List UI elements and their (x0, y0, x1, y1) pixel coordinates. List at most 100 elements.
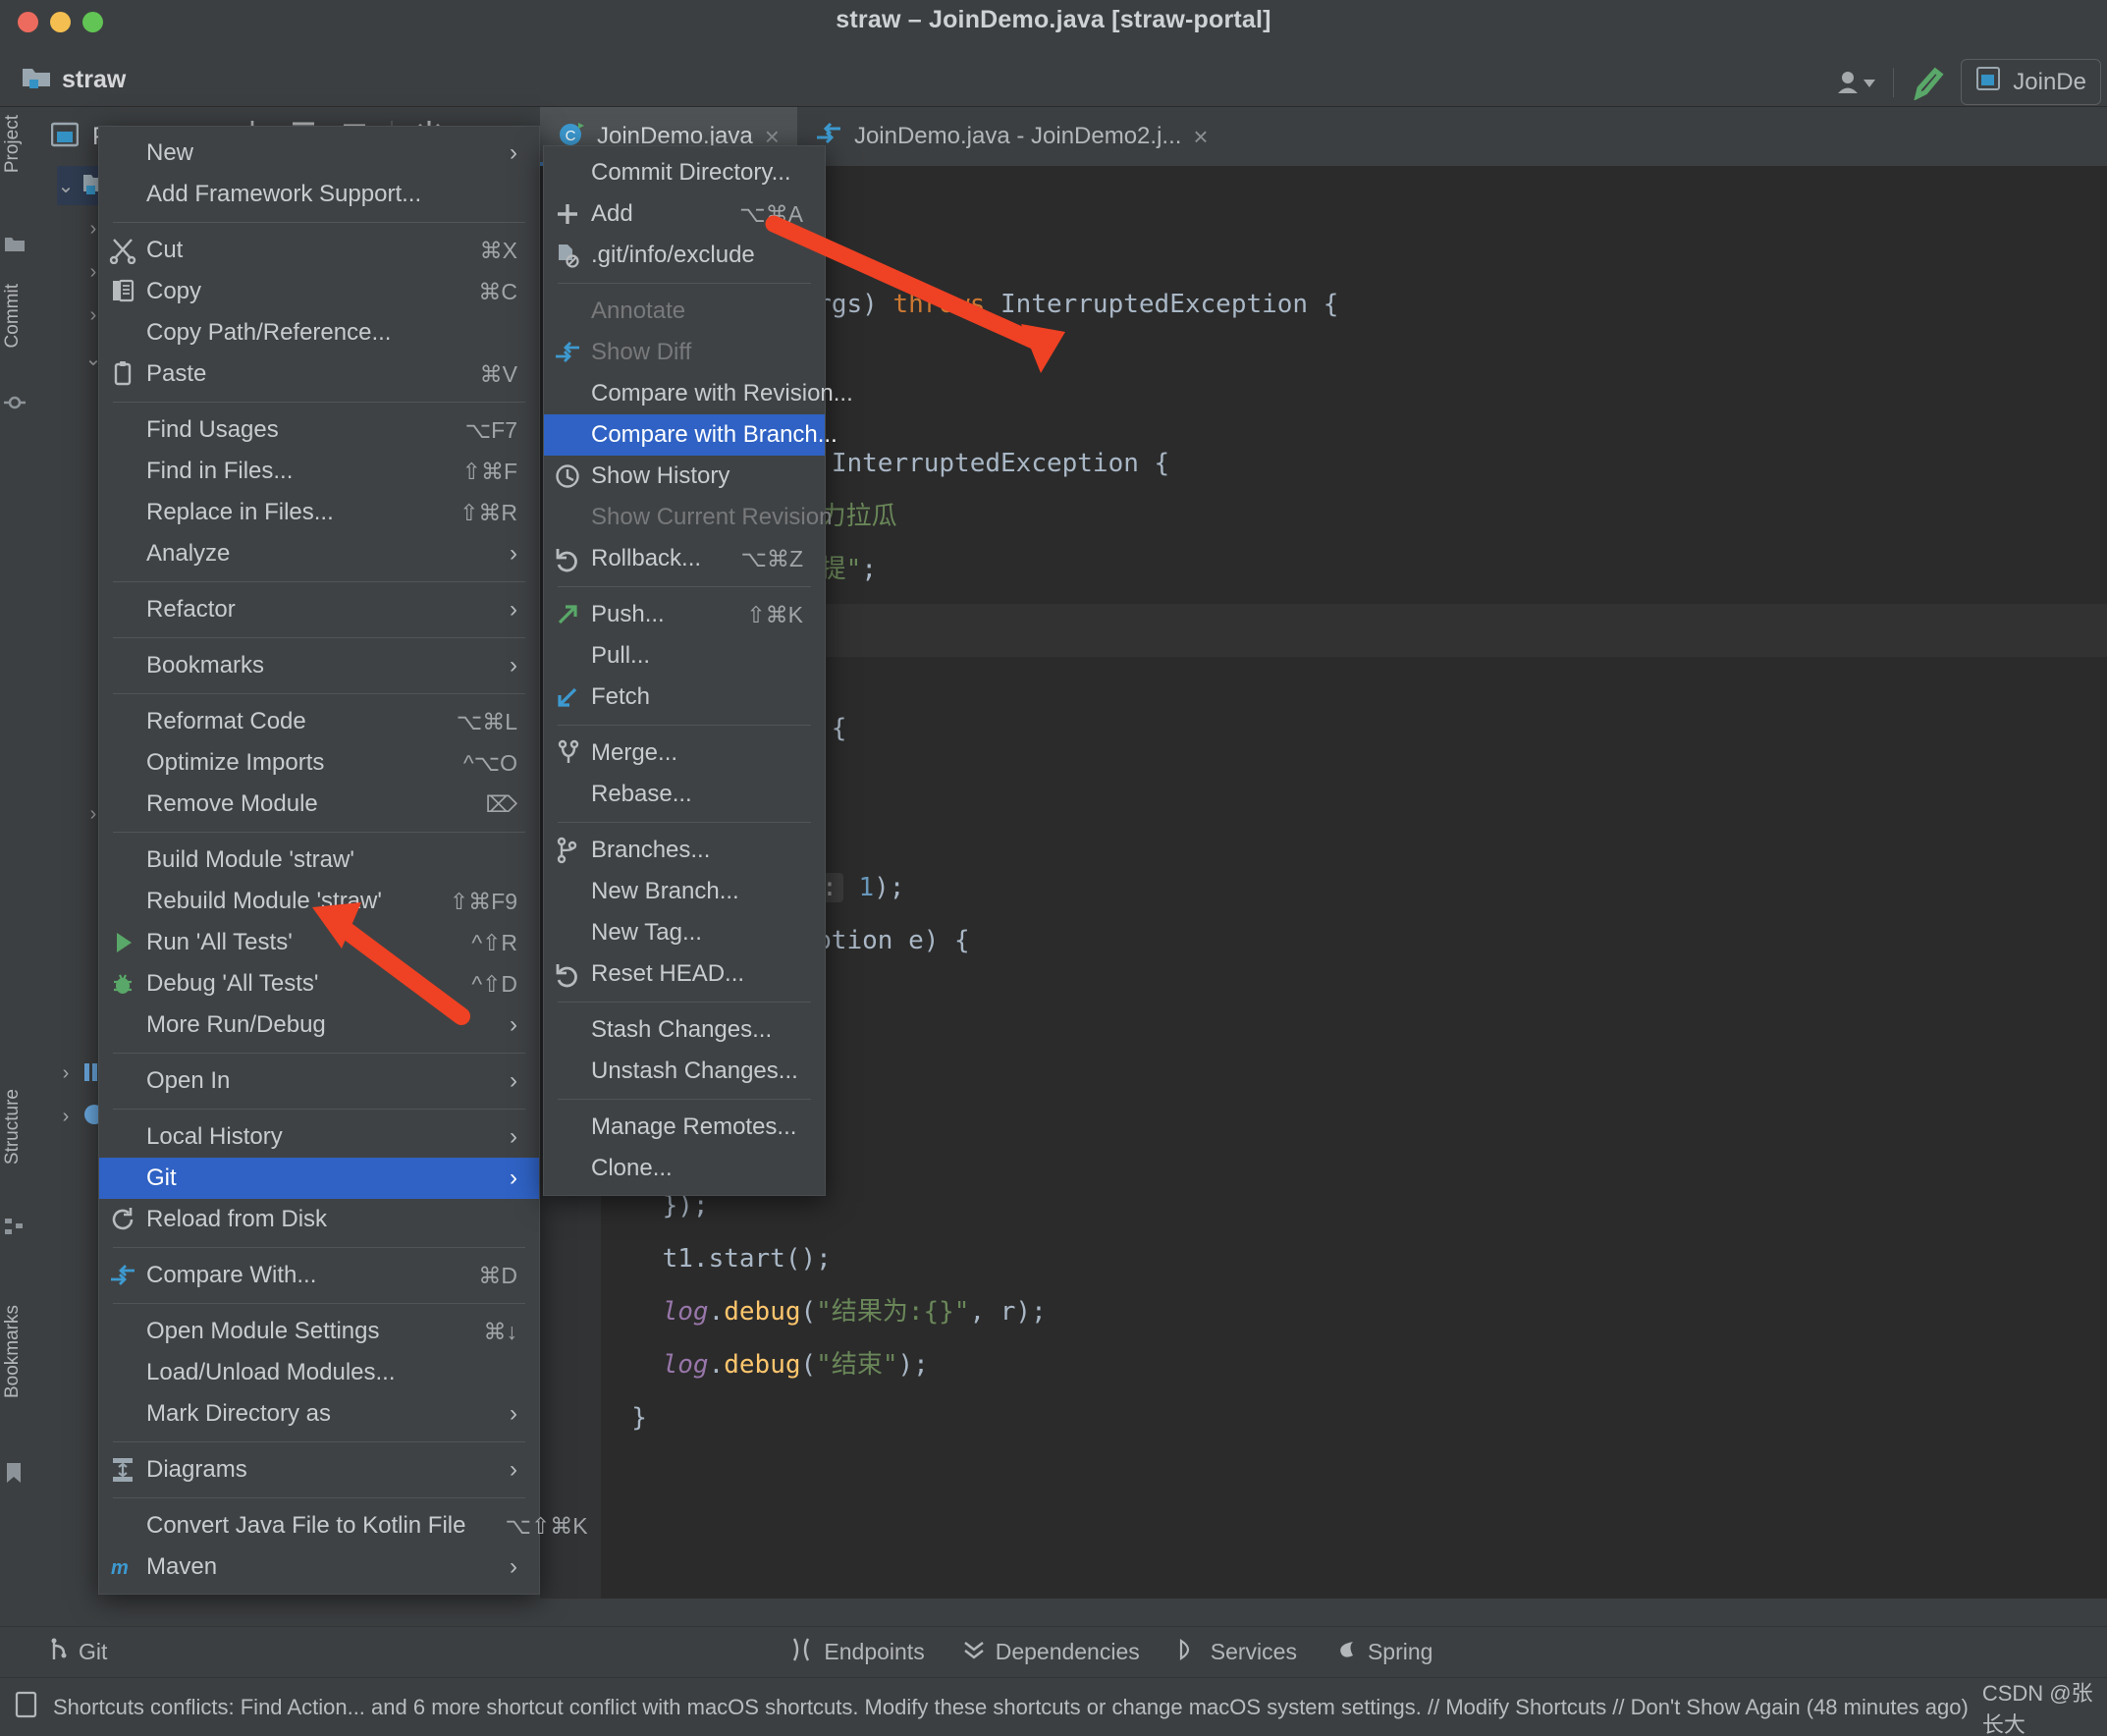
menu-item-reset-head[interactable]: Reset HEAD... (544, 953, 825, 995)
menu-item-new-branch[interactable]: New Branch... (544, 871, 825, 912)
bottom-item-endpoints[interactable]: Endpoints (790, 1637, 925, 1668)
menu-item-find-in-files[interactable]: Find in Files... ⇧⌘F (99, 451, 539, 492)
menu-item-bookmarks[interactable]: Bookmarks › (99, 645, 539, 686)
menu-item-copy-path-reference[interactable]: Copy Path/Reference... (99, 312, 539, 353)
menu-item-clone[interactable]: Clone... (544, 1148, 825, 1189)
menu-item-analyze[interactable]: Analyze › (99, 533, 539, 574)
menu-item-branches[interactable]: Branches... (544, 830, 825, 871)
menu-item-open-module-settings[interactable]: Open Module Settings ⌘↓ (99, 1311, 539, 1352)
editor-tab-joindemo-diff[interactable]: JoinDemo.java - JoinDemo2.j... × (797, 107, 1226, 166)
menu-item-paste[interactable]: Paste ⌘V (99, 353, 539, 395)
menu-item-show-diff: Show Diff (544, 332, 825, 373)
menu-item-label: New Branch... (591, 878, 739, 904)
menu-item-git[interactable]: Git › (99, 1158, 539, 1199)
menu-item-convert-java-file-to-kotlin-file[interactable]: Convert Java File to Kotlin File ⌥⇧⌘K (99, 1505, 588, 1546)
menu-item-rollback[interactable]: Rollback... ⌥⌘Z (544, 538, 825, 579)
sidebar-item-bookmarks[interactable]: Bookmarks (2, 1305, 24, 1398)
menu-item-git-info-exclude[interactable]: .git/info/exclude (544, 235, 825, 276)
close-icon[interactable]: × (1193, 122, 1208, 152)
project-window-icon (4, 235, 26, 259)
sidebar-item-structure[interactable]: Structure (2, 1089, 24, 1165)
menu-item-pull[interactable]: Pull... (544, 635, 825, 677)
menu-item-more-run-debug[interactable]: More Run/Debug › (99, 1004, 539, 1046)
menu-item-compare-with[interactable]: Compare With... ⌘D (99, 1255, 539, 1296)
menu-item-label: Refactor (146, 596, 236, 623)
menu-item-maven[interactable]: m Maven › (99, 1546, 539, 1588)
project-folder-icon (22, 65, 51, 95)
user-icon[interactable] (1834, 68, 1877, 97)
event-log-icon[interactable] (14, 1690, 39, 1724)
menu-item-label: Reset HEAD... (591, 960, 745, 987)
menu-item-new[interactable]: New › (99, 133, 539, 174)
bottom-item-git[interactable]: Git (49, 1638, 107, 1667)
bottom-item-spring[interactable]: Spring (1334, 1637, 1432, 1668)
rollback-icon (544, 545, 591, 572)
project-chip[interactable]: straw (22, 65, 126, 95)
menu-item-add[interactable]: Add ⌥⌘A (544, 193, 825, 235)
menu-item-commit-directory[interactable]: Commit Directory... (544, 152, 825, 193)
menu-item-label: Show Current Revision (591, 504, 833, 530)
fetch-icon (544, 683, 591, 711)
git-submenu[interactable]: Commit Directory... Add ⌥⌘A .git/info/exclu… (543, 145, 853, 1196)
menu-item-diagrams[interactable]: Diagrams › (99, 1449, 539, 1491)
menu-item-shortcut: ⇧⌘R (459, 499, 517, 525)
menu-item-label: More Run/Debug (146, 1011, 326, 1038)
menu-item-label: Analyze (146, 540, 231, 567)
menu-item-push[interactable]: Push... ⇧⌘K (544, 594, 825, 635)
menu-item-shortcut: ⌘D (478, 1262, 517, 1288)
bottom-item-label: Git (79, 1639, 108, 1664)
chevron-down-icon[interactable]: ⌄ (57, 174, 75, 198)
clipboard-icon (99, 360, 146, 388)
menu-item-optimize-imports[interactable]: Optimize Imports ^⌥O (99, 742, 539, 784)
menu-item-show-current-revision: Show Current Revision (544, 497, 832, 538)
menu-item-stash-changes[interactable]: Stash Changes... (544, 1009, 825, 1051)
menu-item-compare-with-revision[interactable]: Compare with Revision... (544, 373, 853, 414)
run-config-label: JoinDe (2013, 68, 2086, 95)
menu-item-merge[interactable]: Merge... (544, 732, 825, 774)
sidebar-item-project[interactable]: Project (2, 115, 24, 173)
menu-item-shortcut: ⌥⇧⌘K (505, 1512, 588, 1539)
reload-icon (99, 1206, 146, 1233)
menu-item-find-usages[interactable]: Find Usages ⌥F7 (99, 409, 539, 451)
menu-item-copy[interactable]: Copy ⌘C (99, 271, 539, 312)
menu-item-manage-remotes[interactable]: Manage Remotes... (544, 1107, 825, 1148)
menu-item-label: Cut (146, 237, 184, 263)
menu-item-replace-in-files[interactable]: Replace in Files... ⇧⌘R (99, 492, 539, 533)
sidebar-item-commit[interactable]: Commit (2, 284, 24, 348)
menu-item-refactor[interactable]: Refactor › (99, 589, 539, 630)
menu-item-compare-with-branch[interactable]: Compare with Branch... (544, 414, 837, 456)
project-context-menu[interactable]: New › Add Framework Support... Cut ⌘X Copy ⌘C C… (98, 126, 588, 1595)
chevron-right-icon: › (510, 596, 517, 623)
title-bar: straw – JoinDemo.java [straw-portal] (0, 0, 2107, 53)
menu-item-local-history[interactable]: Local History › (99, 1116, 539, 1158)
menu-item-rebuild-module-straw[interactable]: Rebuild Module 'straw' ⇧⌘F9 (99, 881, 539, 922)
menu-item-load-unload-modules[interactable]: Load/Unload Modules... (99, 1352, 539, 1393)
menu-item-show-history[interactable]: Show History (544, 456, 825, 497)
menu-item-label: Rebase... (591, 781, 692, 807)
menu-item-reformat-code[interactable]: Reformat Code ⌥⌘L (99, 701, 539, 742)
run-configuration-selector[interactable]: JoinDe (1961, 59, 2101, 105)
menu-item-label: Debug 'All Tests' (146, 970, 319, 997)
bookmark-icon (4, 1462, 24, 1489)
bottom-item-services[interactable]: Services (1177, 1637, 1297, 1668)
bottom-item-dependencies[interactable]: Dependencies (962, 1637, 1140, 1668)
menu-item-label: Convert Java File to Kotlin File (146, 1512, 466, 1539)
menu-item-cut[interactable]: Cut ⌘X (99, 230, 539, 271)
menu-item-mark-directory-as[interactable]: Mark Directory as › (99, 1393, 539, 1435)
menu-item-label: Clone... (591, 1155, 673, 1181)
menu-item-add-framework-support[interactable]: Add Framework Support... (99, 174, 539, 215)
menu-item-remove-module[interactable]: Remove Module ⌦ (99, 784, 539, 825)
menu-item-open-in[interactable]: Open In › (99, 1060, 539, 1102)
menu-item-unstash-changes[interactable]: Unstash Changes... (544, 1051, 825, 1092)
menu-item-debug-all-tests[interactable]: Debug 'All Tests' ^⇧D (99, 963, 539, 1004)
run-config-icon (1975, 66, 2001, 98)
menu-item-new-tag[interactable]: New Tag... (544, 912, 825, 953)
menu-item-rebase[interactable]: Rebase... (544, 774, 825, 815)
menu-item-build-module-straw[interactable]: Build Module 'straw' (99, 840, 539, 881)
bottom-tool-bar: Git Endpoints Dependencies Services Spri… (0, 1626, 2107, 1677)
hammer-icon[interactable] (1910, 65, 1945, 100)
menu-item-reload-from-disk[interactable]: Reload from Disk (99, 1199, 539, 1240)
copy-icon (99, 278, 146, 305)
menu-item-fetch[interactable]: Fetch (544, 677, 825, 718)
menu-item-run-all-tests[interactable]: Run 'All Tests' ^⇧R (99, 922, 539, 963)
